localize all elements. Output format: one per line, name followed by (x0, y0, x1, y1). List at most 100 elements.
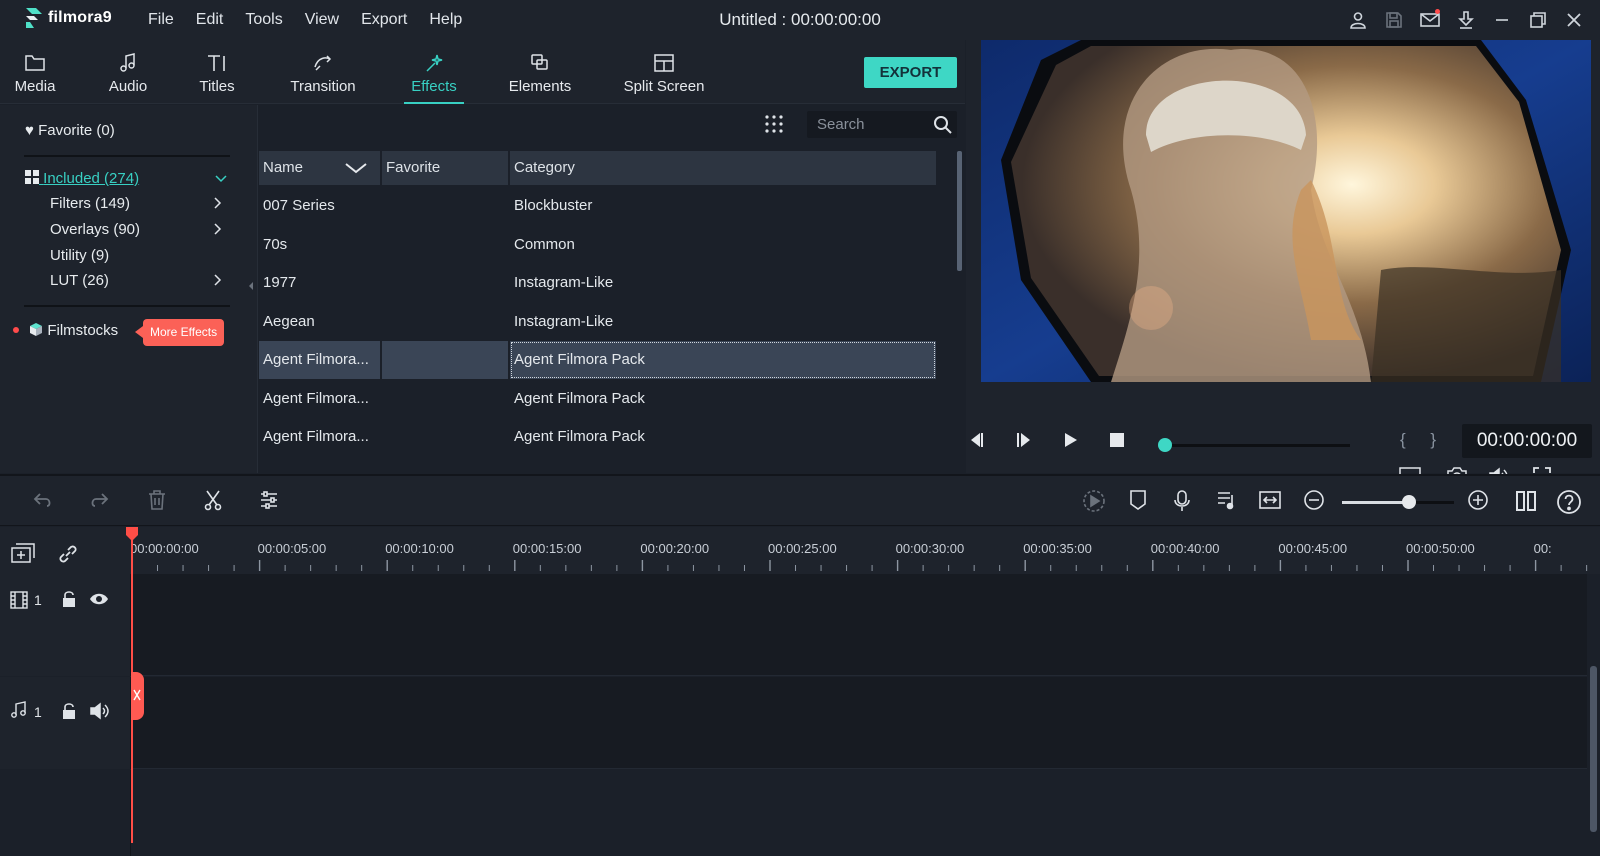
split-view-icon[interactable] (1514, 489, 1538, 513)
adjust-sliders-icon[interactable] (258, 489, 280, 511)
menu-edit[interactable]: Edit (196, 0, 224, 40)
more-effects-badge[interactable]: More Effects (134, 319, 225, 346)
menu-export[interactable]: Export (361, 0, 407, 40)
search-icon[interactable] (933, 115, 953, 135)
save-icon[interactable] (1376, 0, 1412, 40)
video-track-icon (10, 591, 28, 609)
column-header-favorite[interactable]: Favorite (382, 151, 508, 185)
zoom-in-icon[interactable] (1467, 489, 1489, 511)
table-row[interactable]: Agent Filmora... Agent Filmora Pack (259, 341, 952, 379)
ruler-timecode-label: 00:00:40:00 (1150, 541, 1220, 556)
menu-file[interactable]: File (148, 0, 174, 40)
sidebar-item-filmstocks[interactable]: Filmstocks (13, 322, 118, 339)
download-icon[interactable] (1448, 0, 1484, 40)
link-icon[interactable] (56, 542, 80, 566)
menu-tools[interactable]: Tools (245, 0, 282, 40)
help-icon[interactable] (1556, 489, 1582, 515)
tab-label: Effects (411, 78, 457, 95)
sidebar-item-filters[interactable]: Filters (149) (50, 195, 130, 212)
tab-media[interactable]: Media (10, 40, 60, 104)
fit-to-timeline-icon[interactable] (1258, 489, 1282, 511)
timeline-vertical-scrollbar[interactable] (1590, 666, 1597, 832)
table-row[interactable]: Agent Filmora... Agent Filmora Pack (259, 380, 952, 418)
tab-transition[interactable]: Transition (285, 40, 361, 104)
close-icon[interactable] (1556, 0, 1592, 40)
sidebar-item-overlays[interactable]: Overlays (90) (50, 221, 140, 238)
playhead-handle[interactable] (126, 527, 138, 541)
marker-icon[interactable] (1129, 489, 1147, 511)
lock-icon[interactable] (61, 590, 77, 608)
tab-titles[interactable]: Titles (196, 40, 238, 104)
add-track-icon[interactable] (10, 542, 38, 566)
ruler-ticks (131, 560, 1588, 571)
column-header-name[interactable]: Name (259, 151, 380, 185)
stop-icon[interactable] (1107, 430, 1127, 450)
export-button[interactable]: EXPORT (864, 57, 957, 88)
table-row[interactable]: Aegean Instagram-Like (259, 303, 952, 341)
audio-track-1[interactable]: 1 (0, 677, 1587, 769)
sidebar-item-label: Filters (149) (50, 195, 131, 212)
cut-scissors-icon[interactable] (203, 489, 223, 511)
sidebar-item-lut[interactable]: LUT (26) (50, 272, 109, 289)
mark-in-out-braces[interactable]: { } (1400, 430, 1446, 450)
tab-split-screen[interactable]: Split Screen (620, 40, 708, 104)
tab-label: Audio (108, 78, 148, 95)
minimize-icon[interactable] (1484, 0, 1520, 40)
list-scrollbar[interactable] (957, 151, 962, 271)
column-header-category[interactable]: Category (510, 151, 936, 185)
grid-view-icon[interactable] (764, 114, 784, 134)
zoom-slider-knob[interactable] (1402, 495, 1417, 509)
timeline-header-tools (0, 527, 131, 574)
sidebar-item-utility[interactable]: Utility (9) (50, 247, 109, 264)
preview-panel: { } 00:00:00:00 (966, 40, 1600, 487)
render-preview-icon[interactable] (1082, 489, 1106, 513)
delete-icon[interactable] (147, 489, 167, 511)
timeline-empty-area[interactable] (0, 770, 1587, 856)
chevron-right-icon[interactable] (212, 222, 222, 236)
microphone-icon[interactable] (1173, 489, 1191, 513)
cell-category: Blockbuster (514, 197, 593, 214)
table-row[interactable]: Agent Filmora... Agent Filmora Pack (259, 418, 952, 456)
timeline-ruler[interactable]: 00:00:00:00 00:00:05:00 00:00:10:00 00:00:1… (130, 527, 1600, 574)
previous-frame-icon[interactable] (966, 430, 986, 450)
table-row[interactable]: 007 Series Blockbuster (259, 187, 952, 225)
collapse-panel-icon[interactable] (248, 281, 254, 291)
lock-icon[interactable] (61, 702, 77, 720)
table-row[interactable]: 70s Common (259, 226, 952, 264)
sidebar-item-favorite[interactable]: ♥ Favorite (0) (25, 122, 115, 139)
next-frame-icon[interactable] (1014, 430, 1034, 450)
playback-progress-knob[interactable] (1158, 438, 1172, 452)
account-icon[interactable] (1340, 0, 1376, 40)
zoom-out-icon[interactable] (1303, 489, 1325, 511)
cell-favorite (382, 341, 508, 379)
elements-icon (529, 53, 551, 75)
video-track-1[interactable]: 1 (0, 574, 1587, 676)
play-icon[interactable] (1060, 430, 1080, 450)
playhead-split-handle[interactable] (131, 672, 144, 720)
chevron-down-icon[interactable] (215, 173, 227, 183)
tab-elements[interactable]: Elements (505, 40, 575, 104)
table-row[interactable]: 1977 Instagram-Like (259, 264, 952, 302)
speaker-icon[interactable] (89, 702, 111, 720)
cell-favorite (382, 226, 508, 264)
menu-view[interactable]: View (305, 0, 339, 40)
redo-icon[interactable] (88, 489, 110, 511)
mail-icon[interactable] (1412, 0, 1448, 40)
eye-visibility-icon[interactable] (89, 592, 109, 606)
video-frame-image (981, 40, 1591, 382)
chevron-right-icon[interactable] (212, 196, 222, 210)
tab-effects[interactable]: Effects (404, 40, 464, 104)
search-input[interactable] (807, 111, 927, 138)
sidebar-item-included[interactable]: Included (274) (25, 170, 139, 187)
menu-help[interactable]: Help (429, 0, 462, 40)
sort-chevron-icon[interactable] (344, 162, 368, 174)
playback-progress-track[interactable] (1165, 444, 1350, 447)
chevron-right-icon[interactable] (212, 273, 222, 287)
undo-icon[interactable] (32, 489, 54, 511)
zoom-slider-track[interactable] (1342, 501, 1454, 504)
restore-icon[interactable] (1520, 0, 1556, 40)
audio-mixer-icon[interactable] (1216, 489, 1238, 511)
tab-audio[interactable]: Audio (105, 40, 151, 104)
effects-icon (423, 53, 445, 75)
text-icon (206, 53, 228, 75)
